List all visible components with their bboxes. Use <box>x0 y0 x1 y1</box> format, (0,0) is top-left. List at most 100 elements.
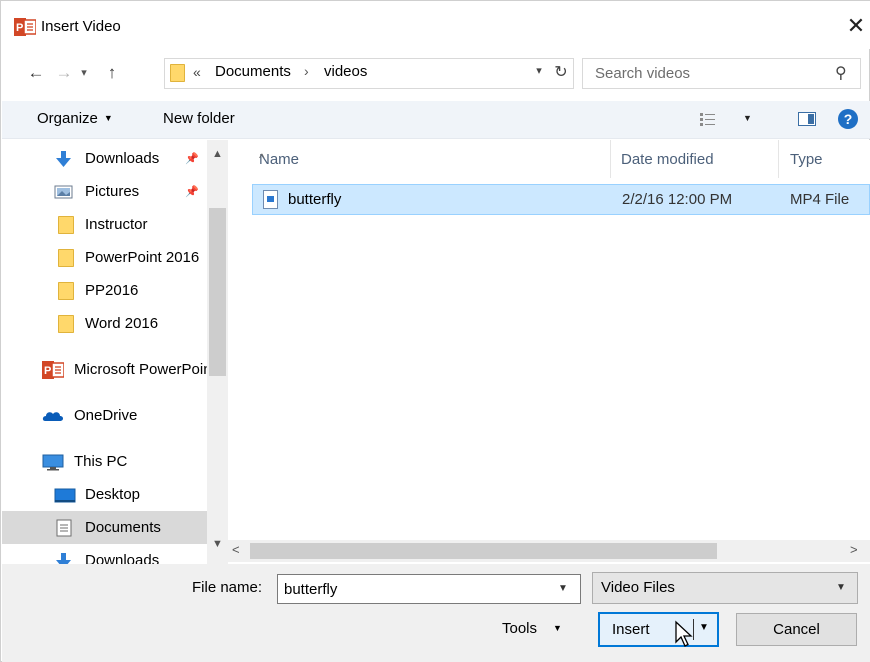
nav-item-label: Desktop <box>85 486 141 503</box>
insert-button-label: Insert <box>612 621 650 638</box>
address-dropdown-icon[interactable]: ▾ <box>531 64 547 77</box>
nav-item-label: Documents <box>85 519 161 536</box>
navigation-pane[interactable]: Downloads 📌 Pictures 📌 Instructor PowerP… <box>2 140 228 564</box>
column-header-date-modified[interactable]: Date modified <box>611 140 779 178</box>
nav-item-this-pc[interactable]: This PC <box>2 445 208 478</box>
insert-options-chevron-icon[interactable]: ▼ <box>699 622 709 633</box>
insert-button[interactable]: Insert ▼ <box>598 612 719 647</box>
chevron-down-icon: ▼ <box>103 113 113 123</box>
tools-menu-button[interactable]: Tools ▼ <box>502 620 562 637</box>
computer-icon <box>42 454 64 471</box>
nav-item-label: PP2016 <box>85 282 139 299</box>
pin-icon: 📌 <box>185 153 199 165</box>
file-name: butterfly <box>288 191 342 208</box>
nav-item-label: This PC <box>74 453 128 470</box>
breadcrumb-videos[interactable]: videos <box>324 63 367 80</box>
search-placeholder: Search videos <box>595 65 691 82</box>
nav-item-word-2016[interactable]: Word 2016 <box>2 307 208 340</box>
scroll-left-icon[interactable]: < <box>232 542 240 557</box>
sort-ascending-icon: ^ <box>259 151 265 165</box>
dialog-footer: File name: butterfly ▼ Video Files ▼ Too… <box>2 564 870 662</box>
cancel-button[interactable]: Cancel <box>736 613 857 646</box>
column-name-label: Name <box>259 151 300 168</box>
onedrive-cloud-icon <box>42 412 63 421</box>
forward-arrow-icon[interactable]: → <box>51 59 77 87</box>
nav-item-pp2016[interactable]: PP2016 <box>2 274 208 307</box>
nav-item-onedrive[interactable]: OneDrive <box>2 399 208 432</box>
file-row[interactable]: butterfly 2/2/16 12:00 PM MP4 File <box>252 184 870 215</box>
new-folder-button[interactable]: New folder <box>163 110 235 127</box>
nav-item-powerpoint-2016[interactable]: PowerPoint 2016 <box>2 241 208 274</box>
video-file-icon <box>263 190 278 209</box>
help-icon[interactable]: ? <box>838 109 858 129</box>
nav-item-instructor[interactable]: Instructor <box>2 208 208 241</box>
close-icon[interactable]: ✕ <box>841 11 870 41</box>
insert-video-dialog: P Insert Video ✕ ← → ▾ ↑ « Documents › v… <box>0 0 870 662</box>
scroll-down-icon[interactable]: ▼ <box>207 538 228 550</box>
download-arrow-icon <box>56 553 71 564</box>
nav-item-documents[interactable]: Documents <box>2 511 208 544</box>
nav-scroll-thumb[interactable] <box>209 208 226 376</box>
folder-icon <box>58 216 74 234</box>
scroll-right-icon[interactable]: > <box>850 542 858 557</box>
pin-icon: 📌 <box>185 186 199 198</box>
nav-item-desktop[interactable]: Desktop <box>2 478 208 511</box>
nav-item-label: Microsoft PowerPoint <box>74 361 216 378</box>
horizontal-scroll-thumb[interactable] <box>250 543 717 559</box>
refresh-icon[interactable]: ↻ <box>551 62 571 82</box>
dialog-title: Insert Video <box>41 18 121 35</box>
up-arrow-icon[interactable]: ↑ <box>99 59 125 87</box>
file-type-filter-select[interactable]: Video Files ▼ <box>592 572 858 604</box>
organize-menu-button[interactable]: Organize ▼ <box>37 110 113 127</box>
breadcrumb-overflow[interactable]: « <box>193 64 201 80</box>
documents-icon <box>56 519 72 537</box>
organize-label: Organize <box>37 110 98 127</box>
folder-icon <box>170 64 185 82</box>
address-bar[interactable]: « Documents › videos ▾ ↻ <box>164 58 574 89</box>
desktop-icon <box>54 488 76 503</box>
nav-item-label: PowerPoint 2016 <box>85 249 200 266</box>
nav-item-label: Downloads <box>85 150 160 167</box>
view-options-chevron-icon[interactable]: ▼ <box>743 113 752 123</box>
folder-icon <box>58 249 74 267</box>
chevron-down-icon[interactable]: ▼ <box>558 583 568 594</box>
column-date-label: Date modified <box>621 151 714 168</box>
file-list[interactable]: Name ^ Date modified Type butterfly 2/2/… <box>228 140 870 564</box>
command-bar: Organize ▼ New folder ▼ ? <box>2 101 870 139</box>
preview-pane-icon[interactable] <box>798 112 816 126</box>
search-input[interactable]: Search videos ⚲ <box>582 58 861 89</box>
change-view-icon[interactable] <box>699 111 717 127</box>
download-arrow-icon <box>56 151 71 167</box>
breadcrumb-separator-icon[interactable]: › <box>304 63 309 79</box>
file-name-value: butterfly <box>284 581 338 598</box>
column-header-type[interactable]: Type <box>779 140 870 178</box>
file-date-modified: 2/2/16 12:00 PM <box>622 191 733 208</box>
nav-item-microsoft-powerpoint[interactable]: P Microsoft PowerPoint <box>2 353 216 386</box>
file-list-horizontal-scrollbar[interactable]: < > <box>228 540 870 562</box>
chevron-down-icon: ▼ <box>836 582 846 593</box>
svg-text:P: P <box>16 22 23 34</box>
mouse-pointer-icon <box>675 620 693 647</box>
column-header-name[interactable]: Name ^ <box>228 140 611 178</box>
file-name-field[interactable]: butterfly ▼ <box>277 574 581 604</box>
scroll-up-icon[interactable]: ▲ <box>207 148 228 160</box>
cancel-button-label: Cancel <box>773 621 820 638</box>
pictures-icon <box>54 185 73 199</box>
nav-item-pictures[interactable]: Pictures 📌 <box>2 175 208 208</box>
back-arrow-icon[interactable]: ← <box>23 59 49 87</box>
recent-locations-chevron-icon[interactable]: ▾ <box>75 59 93 87</box>
file-type-filter-value: Video Files <box>601 579 675 596</box>
nav-item-downloads[interactable]: Downloads 📌 <box>2 142 208 175</box>
folder-icon <box>58 282 74 300</box>
nav-item-label: Word 2016 <box>85 315 159 332</box>
nav-item-label: Instructor <box>85 216 148 233</box>
breadcrumb-documents[interactable]: Documents <box>215 63 291 80</box>
nav-item-downloads-pc[interactable]: Downloads <box>2 544 208 564</box>
nav-item-label: Pictures <box>85 183 140 200</box>
navigation-bar: ← → ▾ ↑ « Documents › videos ▾ ↻ Search … <box>1 55 870 93</box>
nav-pane-scrollbar[interactable]: ▲ ▼ <box>207 140 228 564</box>
powerpoint-icon: P <box>14 18 36 36</box>
folder-icon <box>58 315 74 333</box>
search-icon[interactable]: ⚲ <box>835 63 847 83</box>
file-name-label: File name: <box>192 579 263 596</box>
